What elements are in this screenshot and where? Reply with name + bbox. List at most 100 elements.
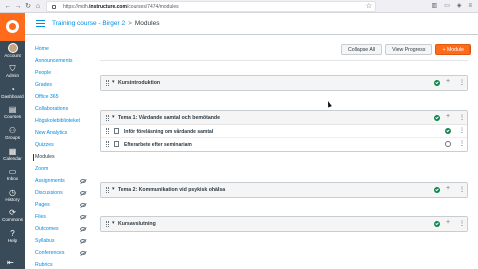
course-nav-pages[interactable]: Pages: [35, 202, 50, 208]
global-nav-history[interactable]: ◷ History: [0, 188, 25, 203]
global-nav-courses[interactable]: ▤ Courses: [0, 105, 25, 120]
published-check-icon[interactable]: [434, 187, 440, 193]
home-icon[interactable]: ⌂: [33, 0, 43, 13]
sidebar-icon[interactable]: ▭: [444, 0, 450, 13]
caret-down-icon[interactable]: ▾: [112, 220, 115, 226]
canvas-logo[interactable]: [0, 13, 25, 41]
collapse-all-button[interactable]: Collapse All: [341, 44, 383, 55]
collapse-nav-icon[interactable]: ⇤: [7, 258, 14, 267]
global-nav-inbox[interactable]: ▭ Inbox: [0, 167, 25, 182]
add-item-icon[interactable]: +: [446, 185, 450, 192]
drag-handle-icon[interactable]: [106, 80, 109, 86]
course-nav-discussions[interactable]: Discussions: [35, 190, 63, 196]
course-nav-announcements[interactable]: Announcements: [35, 58, 73, 64]
course-nav-people[interactable]: People: [35, 70, 51, 76]
hamburger-icon[interactable]: [36, 20, 45, 27]
menu-icon[interactable]: ≡: [468, 0, 472, 13]
global-nav-groups[interactable]: ⚇ Groups: [0, 126, 25, 141]
hidden-eye-icon: [80, 179, 86, 183]
course-nav-quizzes[interactable]: Quizzes: [35, 142, 54, 148]
groups-icon: ⚇: [8, 126, 17, 135]
calendar-icon: ▦: [8, 147, 17, 156]
course-nav-assignments[interactable]: Assignments: [35, 178, 65, 184]
help-icon: ?: [10, 229, 15, 238]
caret-down-icon[interactable]: ▾: [112, 186, 115, 192]
page-icon: [114, 128, 119, 134]
hidden-eye-icon: [80, 191, 86, 195]
forward-icon[interactable]: →: [13, 0, 23, 13]
back-icon[interactable]: ←: [3, 0, 13, 13]
module-item[interactable]: Efterarbete efter seminariam ⋮: [101, 138, 467, 151]
course-nav-modules[interactable]: Modules: [33, 154, 55, 161]
course-nav-library[interactable]: Högskolebiblioteket: [35, 118, 80, 124]
module-more-icon[interactable]: ⋮: [459, 114, 465, 121]
global-nav-dashboard[interactable]: ◔ Dashboard: [0, 85, 25, 100]
global-nav-calendar[interactable]: ▦ Calendar: [0, 147, 25, 162]
extension-icon[interactable]: ◈: [457, 0, 462, 13]
item-more-icon[interactable]: ⋮: [459, 140, 465, 147]
shield-icon: ⛉: [9, 64, 16, 73]
course-nav-home[interactable]: Home: [35, 46, 49, 52]
page-icon: [114, 141, 119, 147]
course-nav-office365[interactable]: Office 365: [35, 94, 59, 100]
module-header[interactable]: ▾ Tema 2: Kommunikation vid psykisk ohäl…: [101, 183, 467, 197]
module-title: Kursintroduktion: [118, 80, 161, 86]
browser-toolbar: ← → ↻ ⌂ https://mdh.instructure.com/cour…: [0, 0, 478, 13]
library-icon[interactable]: ▥: [432, 0, 438, 13]
course-nav-files[interactable]: Files: [35, 214, 46, 220]
add-item-icon[interactable]: +: [446, 113, 450, 120]
global-nav-help[interactable]: ? Help: [0, 229, 25, 244]
module-header[interactable]: ▾ Kursavslutning + ⋮: [101, 217, 467, 231]
view-progress-button[interactable]: View Progress: [385, 44, 433, 55]
published-check-icon[interactable]: [445, 128, 451, 134]
book-icon: ▤: [8, 105, 17, 114]
module-header[interactable]: ▾ Tema 1: Vårdande samtal och bemötande …: [101, 111, 467, 125]
drag-handle-icon[interactable]: [106, 187, 109, 193]
add-item-icon[interactable]: +: [446, 219, 450, 226]
add-module-button[interactable]: + Module: [435, 44, 471, 55]
mouse-cursor: [326, 100, 332, 108]
course-nav-syllabus[interactable]: Syllabus: [35, 238, 55, 244]
published-check-icon[interactable]: [434, 80, 440, 86]
reload-icon[interactable]: ↻: [23, 0, 33, 13]
course-nav-conferences[interactable]: Conferences: [35, 250, 64, 256]
course-nav-rubrics[interactable]: Rubrics: [35, 262, 53, 268]
module-item-title[interactable]: Efterarbete efter seminariam: [124, 142, 192, 148]
unpublished-icon[interactable]: [445, 141, 451, 147]
global-nav-account[interactable]: Account: [0, 43, 25, 59]
breadcrumb-current: Modules: [134, 20, 160, 27]
drag-handle-icon[interactable]: [106, 128, 109, 134]
module-item[interactable]: Inför föreläsning om vårdande samtal ⋮: [101, 125, 467, 138]
course-nav-collaborations[interactable]: Collaborations: [35, 106, 68, 112]
caret-down-icon[interactable]: ▾: [112, 79, 115, 85]
course-nav-grades[interactable]: Grades: [35, 82, 52, 88]
module-title: Kursavslutning: [118, 221, 156, 227]
course-nav-outcomes[interactable]: Outcomes: [35, 226, 59, 232]
course-nav-new-analytics[interactable]: New Analytics: [35, 130, 67, 136]
drag-handle-icon[interactable]: [106, 115, 109, 121]
published-check-icon[interactable]: [434, 115, 440, 121]
bookmark-star-icon[interactable]: ☆: [366, 2, 372, 12]
address-bar[interactable]: https://mdh.instructure.com/courses/7474…: [46, 1, 376, 12]
published-check-icon[interactable]: [434, 221, 440, 227]
module-more-icon[interactable]: ⋮: [459, 220, 465, 227]
course-nav-zoom[interactable]: Zoom: [35, 166, 48, 172]
hidden-eye-icon: [80, 203, 86, 207]
add-item-icon[interactable]: +: [446, 78, 450, 85]
breadcrumb-course[interactable]: Training course - Birger 2: [52, 20, 125, 27]
module-more-icon[interactable]: ⋮: [459, 186, 465, 193]
item-more-icon[interactable]: ⋮: [459, 127, 465, 134]
global-nav-commons[interactable]: ⟳ Commons: [0, 208, 25, 223]
page-header: Training course - Birger 2 > Modules: [25, 13, 478, 35]
caret-down-icon[interactable]: ▾: [112, 114, 115, 120]
global-nav-admin[interactable]: ⛉ Admin: [0, 64, 25, 79]
module-more-icon[interactable]: ⋮: [459, 79, 465, 86]
hidden-eye-icon: [80, 239, 86, 243]
global-navigation: Account ⛉ Admin ◔ Dashboard ▤ Courses ⚇ …: [0, 13, 25, 269]
toolbar-more-icon[interactable]: ⋮: [467, 46, 473, 53]
drag-handle-icon[interactable]: [106, 221, 109, 227]
hidden-eye-icon: [80, 215, 86, 219]
module-item-title[interactable]: Inför föreläsning om vårdande samtal: [124, 129, 213, 135]
drag-handle-icon[interactable]: [106, 141, 109, 147]
module-header[interactable]: ▾ Kursintroduktion + ⋮: [101, 76, 467, 90]
